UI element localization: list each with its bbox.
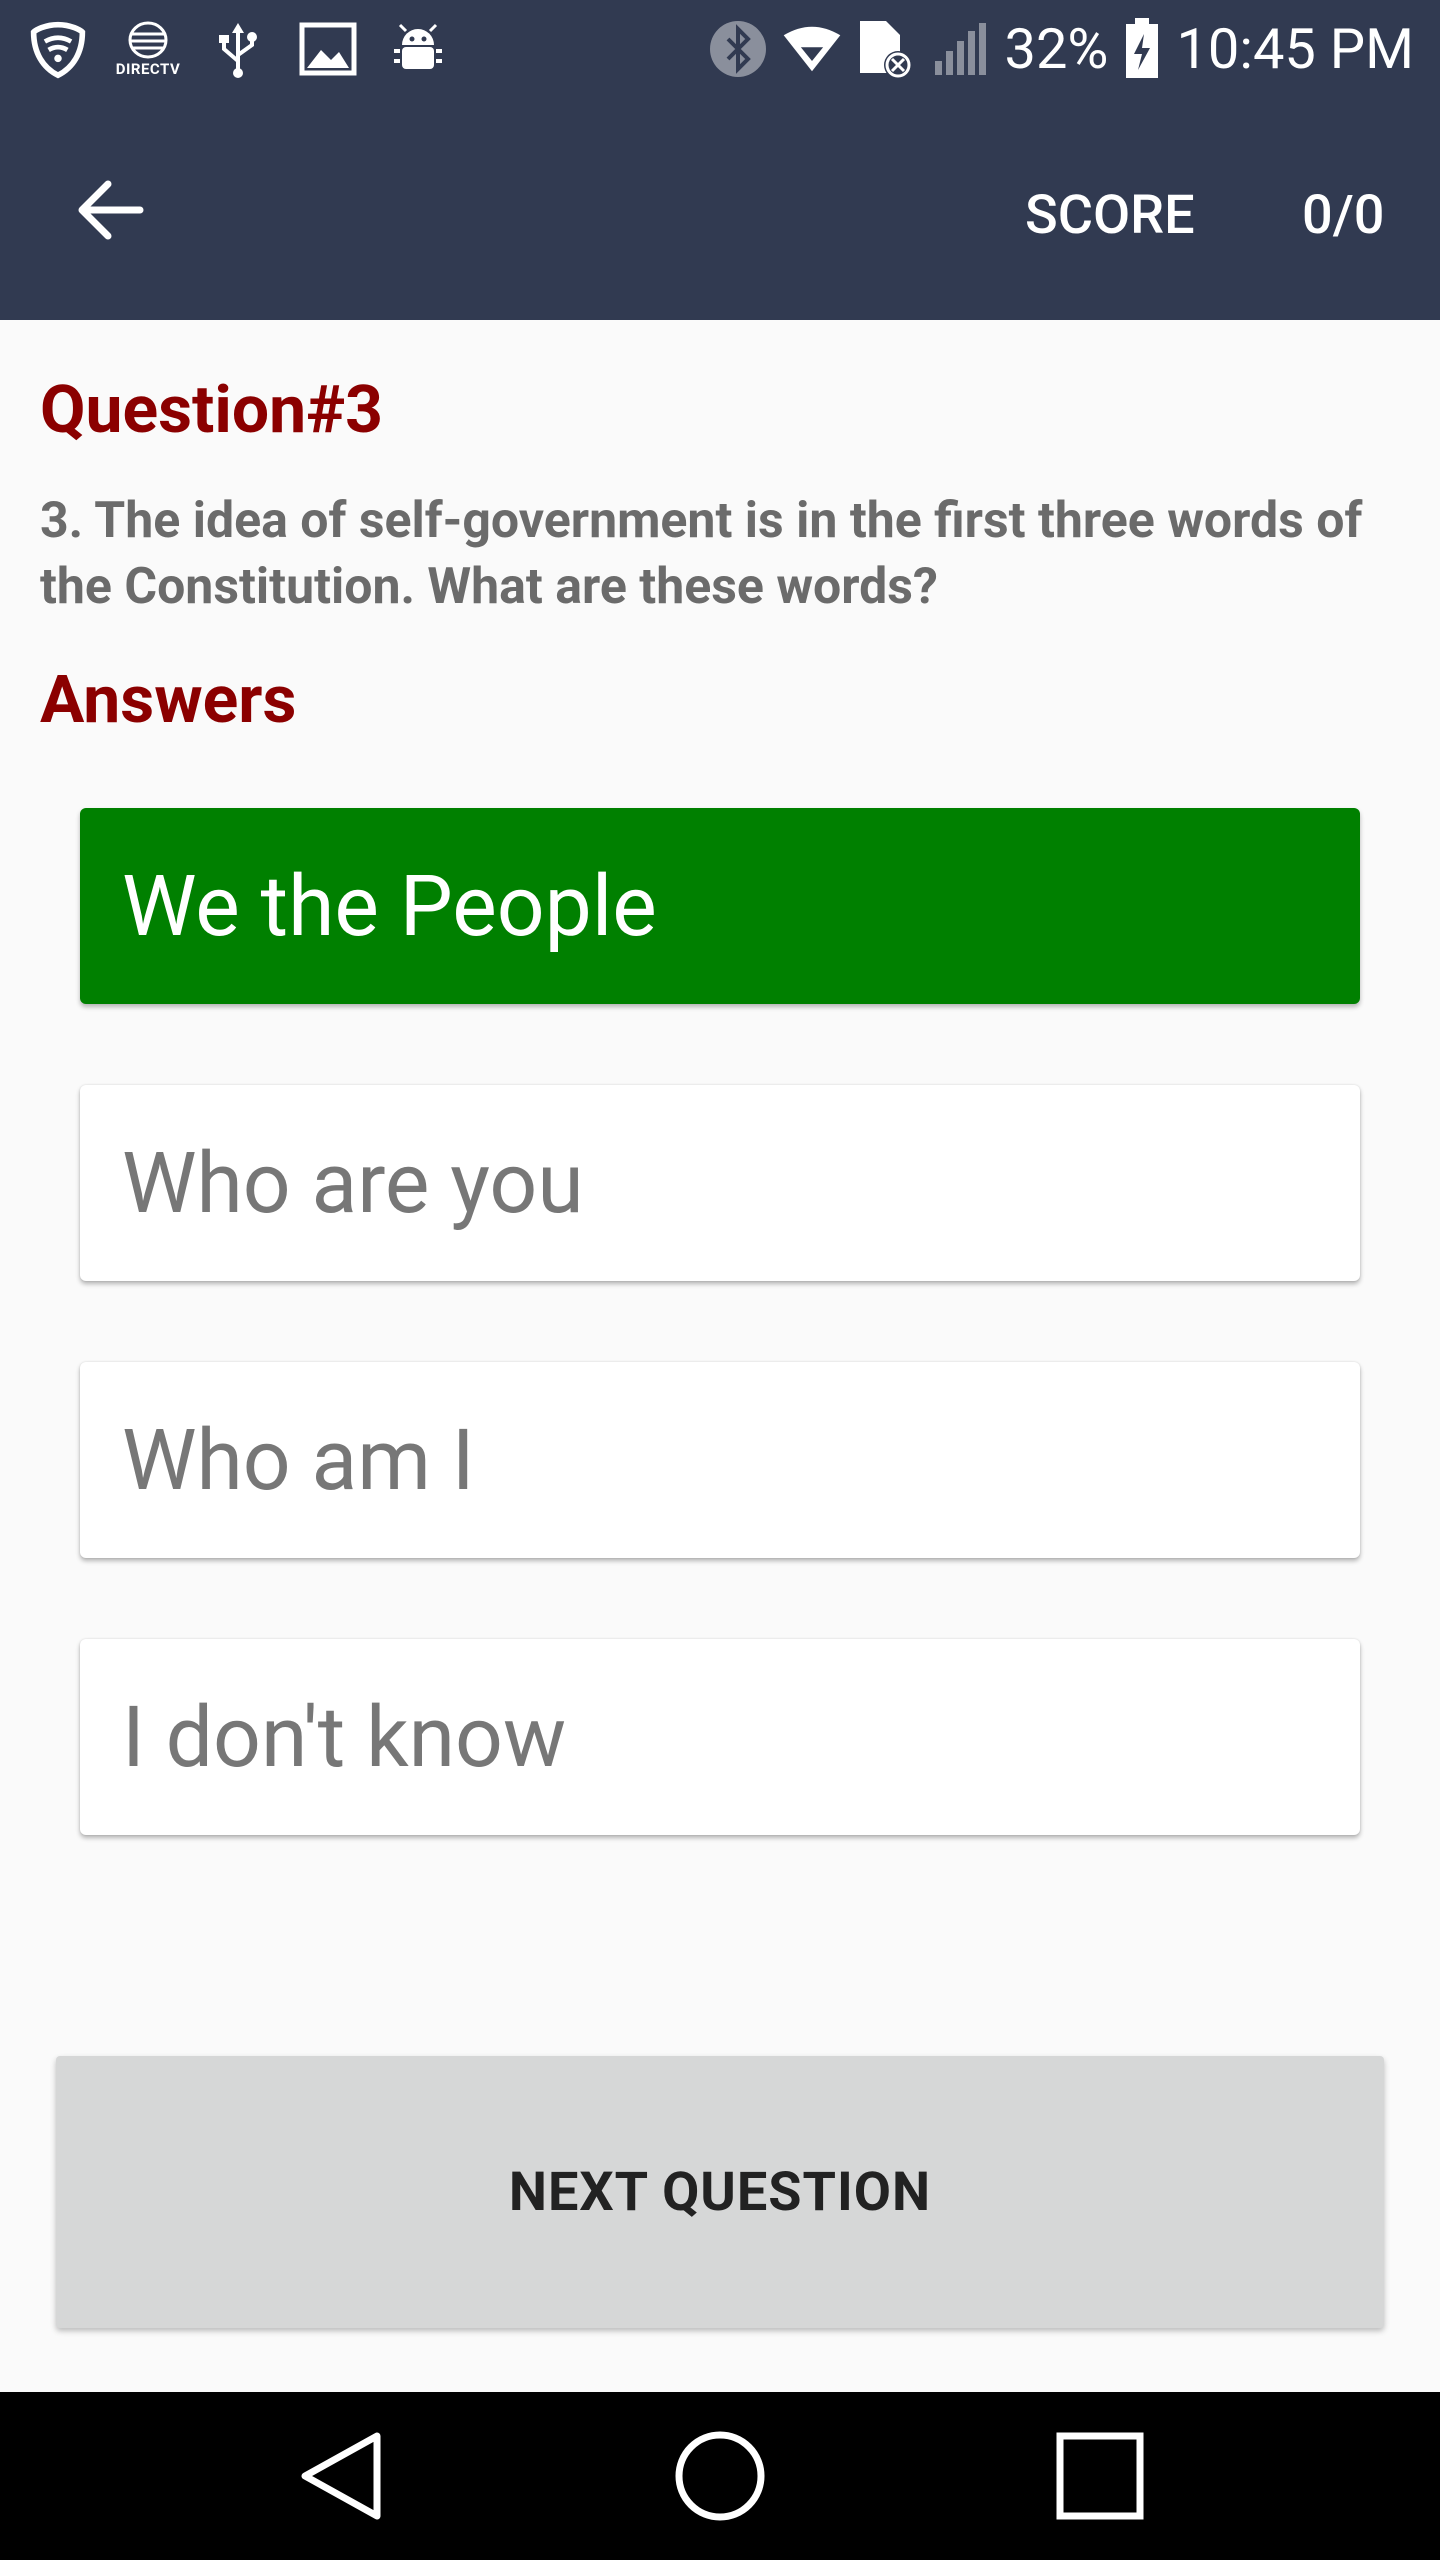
answers-heading: Answers (40, 662, 297, 739)
image-icon (298, 19, 358, 79)
home-circle-icon (675, 2431, 765, 2521)
answer-option-label: We the People (122, 856, 657, 956)
answer-option-1[interactable]: We the People (80, 808, 1360, 1004)
navigation-bar (0, 2392, 1440, 2560)
bluetooth-icon (708, 19, 768, 79)
question-text: 3. The idea of self-government is in the… (40, 492, 1363, 616)
battery-icon (1122, 18, 1162, 79)
status-bar-left-icons: DIRECTV (28, 14, 448, 84)
clock: 10:45 PM (1176, 16, 1414, 82)
directv-label: DIRECTV (115, 60, 181, 78)
score-label: SCORE (1025, 184, 1195, 247)
next-question-label: NEXT QUESTION (508, 2160, 932, 2224)
nav-back-button[interactable] (280, 2420, 400, 2532)
answer-option-label: I don't know (122, 1687, 567, 1787)
wifi-icon (782, 19, 842, 79)
question-title: Question#3 (40, 372, 384, 449)
recents-square-icon (1056, 2432, 1144, 2520)
back-button[interactable] (60, 160, 160, 260)
status-bar-right-icons: 32% 10:45 PM (708, 14, 1414, 84)
status-bar: DIRECTV 32% 10:45 PM (0, 0, 1440, 98)
battery-percent: 32% (1004, 16, 1109, 82)
usb-icon (208, 19, 268, 79)
signal-icon (930, 19, 990, 79)
nav-recents-button[interactable] (1040, 2420, 1160, 2532)
back-triangle-icon (301, 2432, 381, 2520)
android-debug-icon (388, 19, 448, 79)
answer-option-2[interactable]: Who are you (80, 1085, 1360, 1281)
answer-option-label: Who am I (122, 1410, 475, 1510)
answer-option-3[interactable]: Who am I (80, 1362, 1360, 1558)
att-directv-icon: DIRECTV (115, 19, 181, 79)
score-value: 0/0 (1302, 184, 1385, 247)
app-bar: SCORE 0/0 (0, 98, 1440, 320)
shield-icon (28, 19, 88, 79)
answer-option-4[interactable]: I don't know (80, 1639, 1360, 1835)
next-question-button[interactable]: NEXT QUESTION (56, 2056, 1384, 2328)
arrow-left-icon (78, 180, 144, 240)
sim-error-icon (856, 19, 916, 79)
nav-home-button[interactable] (660, 2420, 780, 2532)
answer-option-label: Who are you (122, 1133, 584, 1233)
